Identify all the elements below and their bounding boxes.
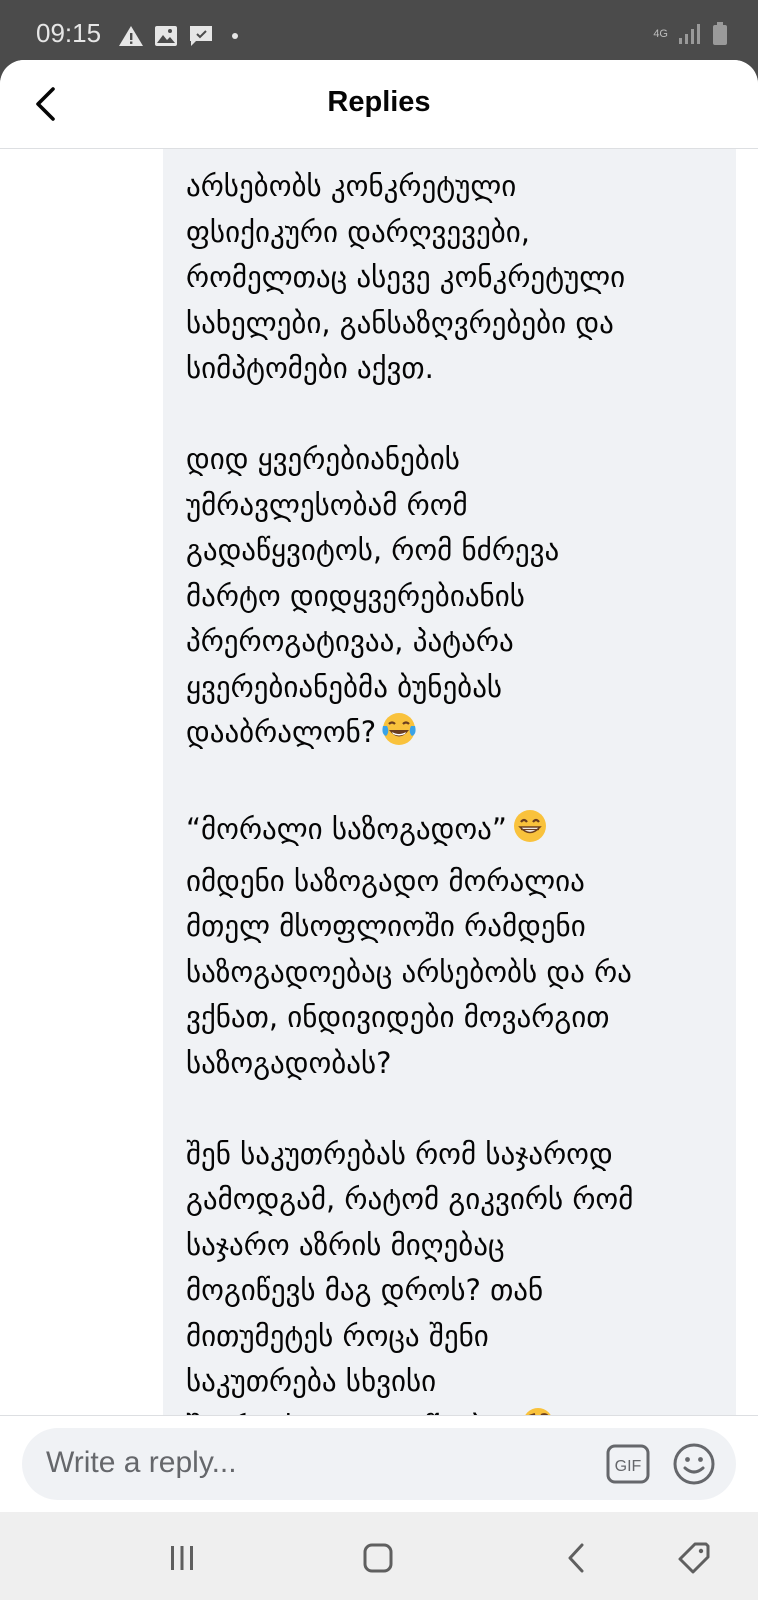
comment-line-text: სახელები, განსაზღვრებები და	[186, 305, 614, 340]
comment-line-text: საზოგადოებაც არსებობს და რა	[186, 954, 632, 989]
battery-icon	[713, 22, 727, 45]
comment-line: პრეროგატივაა, პატარა	[186, 619, 726, 665]
image-icon	[155, 26, 177, 46]
comment-line-text: სიმპტომები აქვთ.	[186, 351, 434, 385]
comment-line: საზოგადოებაც არსებობს და რა	[186, 950, 726, 996]
dot-icon	[232, 33, 238, 39]
back-icon	[568, 1543, 584, 1573]
header: Replies	[0, 60, 758, 149]
comment-line: არსებობს კონკრეტული	[186, 164, 726, 210]
comment-line-text: მარტო დიდყვერებიანის	[186, 578, 525, 613]
comment-line: “მორალი საზოგადოა”	[186, 807, 726, 859]
reply-placeholder: Write a reply...	[46, 1446, 237, 1479]
nav-back-button[interactable]	[554, 1536, 598, 1580]
comment-line-text: დიდ ყვერებიანების	[186, 442, 460, 476]
comment-line-text: ფსიქიკური დარღვევები,	[186, 214, 530, 249]
comment-line-text: რომელთაც ასევე კონკრეტული	[186, 260, 626, 294]
comment-line: მოგიწევს მაგ დროს? თან	[186, 1268, 726, 1314]
comment-line: სიმპტომები აქვთ.	[186, 346, 726, 392]
grinning-emoji	[511, 807, 549, 859]
reply-input[interactable]: Write a reply... GIF	[22, 1428, 736, 1500]
comment-text: არსებობს კონკრეტული ფსიქიკური დარღვევები,…	[186, 164, 726, 1456]
signal-icon	[679, 24, 700, 44]
comment-line-text: მთელ მსოფლიოში რამდენი	[186, 909, 586, 943]
status-time: 09:15	[36, 18, 102, 48]
comment-line-text: უმრავლესობამ რომ	[186, 487, 468, 522]
recents-icon	[171, 1546, 193, 1570]
comment-line-text: მითუმეტეს როცა შენი	[186, 1318, 489, 1353]
comment-line-text: მოგიწევს მაგ დროს? თან	[186, 1273, 544, 1307]
comment-line-text: საკუთრება სხვისი	[186, 1364, 437, 1398]
comment-line: დააბრალონ?	[186, 710, 726, 762]
recents-button[interactable]	[160, 1536, 204, 1580]
page-title: Replies	[327, 86, 431, 118]
comment-line-text: იმდენი საზოგადო მორალია	[186, 863, 585, 898]
gif-button[interactable]: GIF	[606, 1444, 650, 1484]
comment-line: მითუმეტეს როცა შენი	[186, 1314, 726, 1360]
tears-of-joy-emoji	[380, 710, 418, 762]
gif-label: GIF	[615, 1458, 642, 1475]
comment-line: რომელთაც ასევე კონკრეტული	[186, 255, 726, 301]
comment-line: გადაწყვიტოს, რომ ნძრევა	[186, 528, 726, 574]
comment-line-text: გადაწყვიტოს, რომ ნძრევა	[186, 533, 560, 567]
status-notification-icons	[118, 24, 238, 48]
comment-line: საზოგადობას?	[186, 1041, 726, 1087]
reply-bar: Write a reply... GIF	[0, 1415, 758, 1512]
gif-icon: GIF	[606, 1444, 650, 1484]
comment-line-text: პრეროგატივაა, პატარა	[186, 624, 514, 658]
comment-line: ვქნათ, ინდივიდები მოვარგით	[186, 995, 726, 1041]
home-icon	[363, 1543, 393, 1573]
comment-line: გამოდგამ, რატომ გიკვირს რომ	[186, 1177, 726, 1223]
comment-line: მარტო დიდყვერებიანის	[186, 574, 726, 620]
system-nav-bar	[0, 1512, 758, 1600]
status-system-icons: 4G	[653, 22, 728, 46]
comment-line-text: საზოგადობას?	[186, 1045, 392, 1080]
comment-line: ყვერებიანებმა ბუნებას	[186, 665, 726, 711]
warning-icon	[119, 26, 143, 46]
rotate-icon	[678, 1542, 710, 1574]
replies-sheet: Replies არსებობს კონკრეტული ფსიქიკური დარ…	[0, 60, 758, 1512]
comment-line: იმდენი საზოგადო მორალია	[186, 859, 726, 905]
comment-line: საჯარო აზრის მიღებაც	[186, 1223, 726, 1269]
comment-line: საკუთრება სხვისი	[186, 1359, 726, 1405]
chat-check-icon	[190, 26, 212, 46]
comment-line: მთელ მსოფლიოში რამდენი	[186, 904, 726, 950]
comment-line-text: არსებობს კონკრეტული	[186, 169, 517, 203]
comment-line: შენ საკუთრებას რომ საჯაროდ	[186, 1132, 726, 1178]
comment-line-text: საჯარო აზრის მიღებაც	[186, 1227, 505, 1262]
comment-line: დიდ ყვერებიანების	[186, 437, 726, 483]
comment-line-text: დააბრალონ?	[186, 715, 377, 749]
rotate-button[interactable]	[672, 1536, 716, 1580]
comment-line-text: შენ საკუთრებას რომ საჯაროდ	[186, 1136, 613, 1171]
comment-line: უმრავლესობამ რომ	[186, 483, 726, 529]
emoji-button[interactable]	[672, 1442, 716, 1486]
comment-line-text: გამოდგამ, რატომ გიკვირს რომ	[186, 1182, 634, 1216]
smiley-icon	[673, 1443, 715, 1485]
home-button[interactable]	[356, 1536, 400, 1580]
comment-line: ფსიქიკური დარღვევები,	[186, 210, 726, 256]
comment-line-text: ვქნათ, ინდივიდები მოვარგით	[186, 1000, 610, 1034]
comment-line-text: ყვერებიანებმა ბუნებას	[186, 669, 503, 704]
comment-line-text: “მორალი საზოგადოა”	[186, 812, 507, 846]
network-label: 4G	[653, 28, 668, 40]
comment-line: სახელები, განსაზღვრებები და	[186, 301, 726, 347]
